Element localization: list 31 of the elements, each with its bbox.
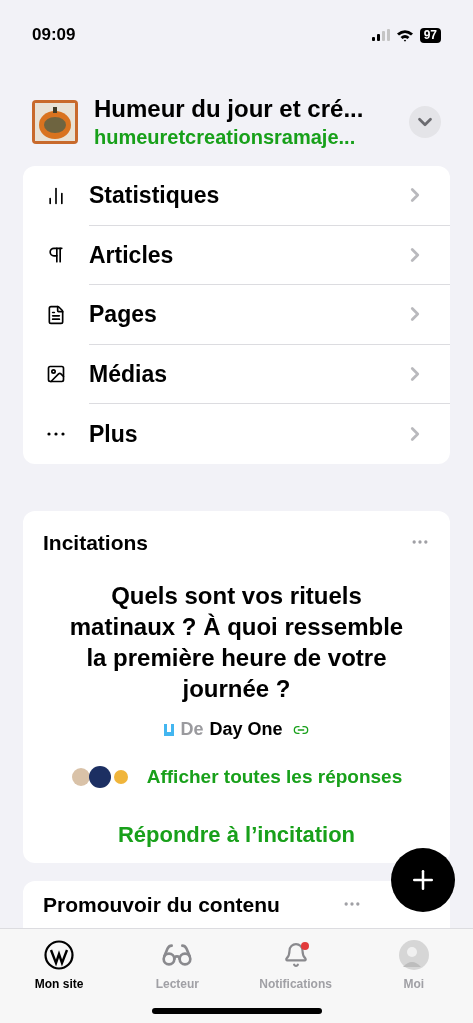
source-prefix: De xyxy=(180,718,204,741)
image-icon xyxy=(46,364,66,385)
card-title: Promouvoir du contenu xyxy=(43,891,280,918)
document-icon xyxy=(46,304,66,325)
menu-item[interactable]: Statistiques xyxy=(23,166,450,226)
prompt-question: Quels sont vos rituels matinaux ? À quoi ressemble la première heure de votre journée ? xyxy=(68,581,405,704)
card-title: Incitations xyxy=(43,529,148,556)
menu-item[interactable]: Plus xyxy=(23,404,450,464)
bar-chart-icon xyxy=(46,185,66,206)
bell-icon xyxy=(282,942,309,968)
source-name: Day One xyxy=(209,718,283,741)
menu-label: Médias xyxy=(89,359,168,389)
menu-label: Statistiques xyxy=(89,181,221,210)
menu-item[interactable]: Pages xyxy=(23,285,450,345)
site-title: Humeur du jour et cré... xyxy=(94,94,365,124)
menu-label: Articles xyxy=(89,240,175,270)
tab[interactable]: Mon site xyxy=(0,939,119,993)
battery-indicator: 97 xyxy=(419,27,441,43)
status-time: 09:09 xyxy=(32,24,76,47)
wordpress-logo-icon xyxy=(44,940,75,970)
menu-item[interactable]: Médias xyxy=(23,344,450,404)
bookmark-icon xyxy=(164,723,175,736)
avatar-icon xyxy=(398,940,429,970)
more-icon xyxy=(47,431,65,436)
menu-item[interactable]: Articles xyxy=(23,225,450,285)
signal-icon xyxy=(371,29,390,41)
responder-avatars-drawing xyxy=(70,765,131,790)
wifi-icon xyxy=(395,28,414,42)
menu-label: Pages xyxy=(89,300,158,329)
site-switcher-button[interactable] xyxy=(409,106,441,138)
menu-label: Plus xyxy=(89,419,139,449)
